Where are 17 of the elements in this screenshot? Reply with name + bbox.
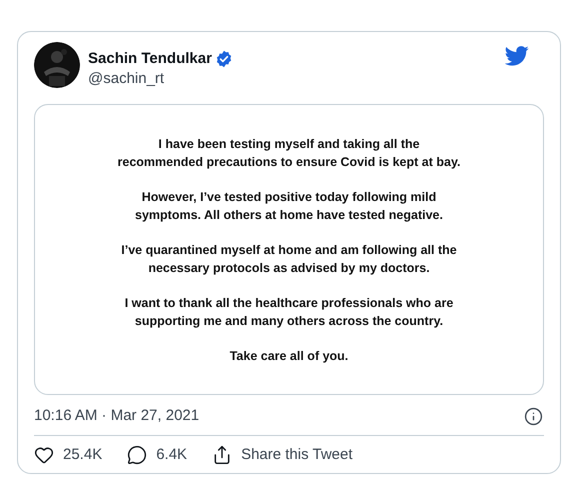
share-icon	[212, 445, 232, 465]
statement-paragraph: I’ve quarantined myself at home and am following all the necessary protocols as advised by my doctors.	[120, 242, 458, 276]
statement-paragraph: I want to thank all the healthcare professionals who are supporting me and many others across the country.	[124, 294, 454, 330]
statement-paragraph: Take care all of you.	[228, 348, 350, 364]
reply-button[interactable]: 6.4K	[127, 445, 188, 465]
author-name[interactable]: Sachin Tendulkar	[88, 49, 212, 68]
statement-image[interactable]	[34, 104, 544, 395]
timestamp[interactable]: 10:16 AM · Mar 27, 2021	[34, 406, 200, 426]
heart-icon	[34, 445, 54, 465]
statement-paragraph: However, I’ve tested positive today following mild symptoms. All others at home have tested negative.	[134, 188, 444, 224]
statement-paragraph: I have been testing myself and taking all the recommended precautions to ensure Covid is kept at bay.	[116, 136, 462, 170]
like-button[interactable]: 25.4K	[34, 445, 102, 465]
author-handle[interactable]: @sachin_rt	[88, 69, 233, 88]
bird-icon[interactable]	[505, 46, 529, 66]
speech-bubble-icon	[127, 445, 148, 465]
info-icon[interactable]	[524, 406, 543, 426]
share-button[interactable]: Share this Tweet	[212, 445, 353, 465]
